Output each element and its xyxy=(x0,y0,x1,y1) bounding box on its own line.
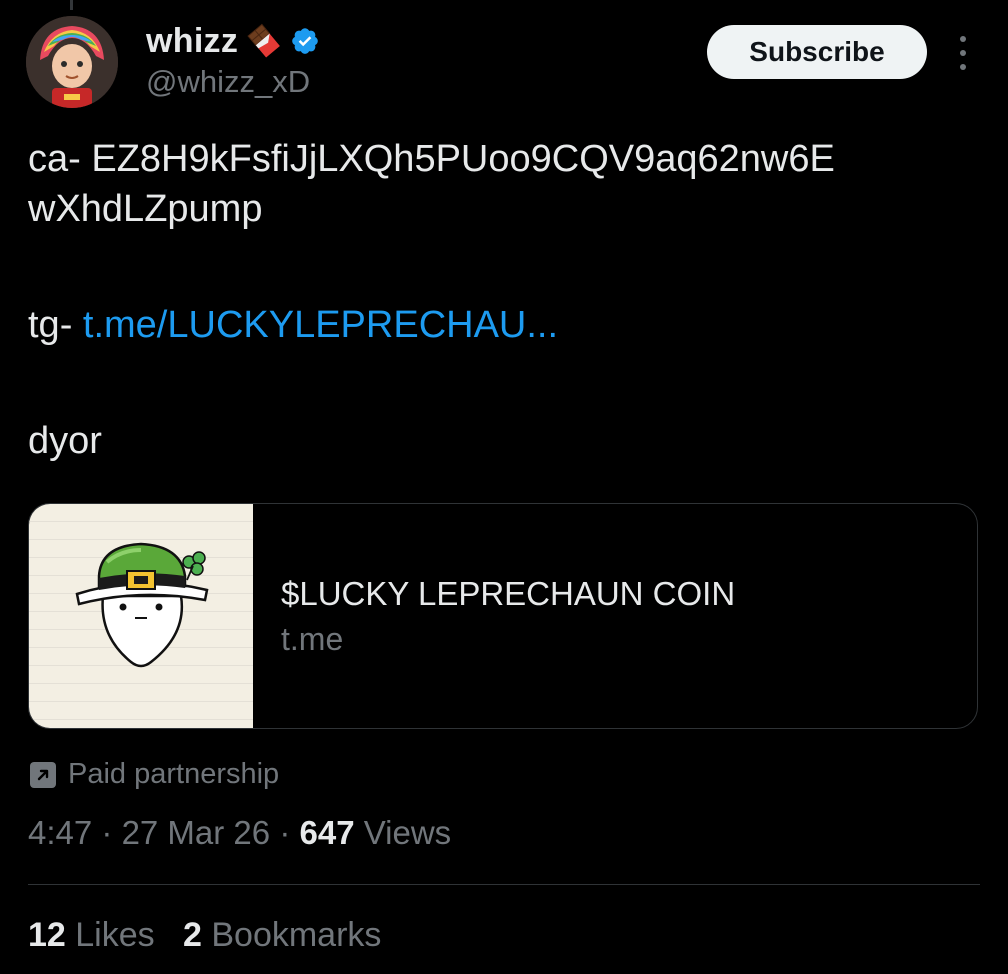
paid-partnership-text: Paid partnership xyxy=(68,758,280,790)
likes-label: Likes xyxy=(65,916,155,954)
more-dot xyxy=(960,64,966,70)
dyor-text: dyor xyxy=(28,420,102,462)
views-label: Views xyxy=(354,814,452,851)
tweet-date[interactable]: 27 Mar 26 xyxy=(122,814,271,852)
chocolate-bar-icon xyxy=(246,23,282,59)
avatar-image xyxy=(26,16,118,108)
tweet-meta: 4:47 · 27 Mar 26 · 647 Views xyxy=(28,814,451,852)
tweet-time[interactable]: 4:47 xyxy=(28,814,92,852)
telegram-line: tg- t.me/LUCKYLEPRECHAU... xyxy=(28,300,988,350)
contract-address-line-1: ca- EZ8H9kFsfiJjLXQh5PUoo9CQV9aq62nw6E xyxy=(28,138,835,180)
meta-separator: · xyxy=(92,814,122,851)
avatar[interactable] xyxy=(26,16,118,108)
more-dot xyxy=(960,36,966,42)
card-domain: t.me xyxy=(281,620,344,657)
meta-separator: · xyxy=(270,814,300,851)
leprechaun-drawing xyxy=(75,542,209,668)
leprechaun-thumbnail xyxy=(29,504,253,728)
author-name-row: whizz xyxy=(146,20,320,62)
author-handle[interactable]: @whizz_xD xyxy=(146,64,310,100)
likes-stat[interactable]: 12 Likes xyxy=(28,916,155,955)
verified-badge-icon[interactable] xyxy=(290,26,320,56)
bookmarks-count: 2 xyxy=(183,916,202,954)
engagement-stats: 12 Likes 2 Bookmarks xyxy=(28,916,381,955)
card-title: $LUCKY LEPRECHAUN COIN xyxy=(281,574,736,612)
author-display-name[interactable]: whizz xyxy=(146,22,238,61)
bookmarks-label: Bookmarks xyxy=(201,916,382,954)
more-dot xyxy=(960,50,966,56)
telegram-prefix: tg- xyxy=(28,304,83,346)
views-count: 647 xyxy=(299,814,355,851)
arrow-up-right-icon xyxy=(30,761,56,788)
bookmarks-stat[interactable]: 2 Bookmarks xyxy=(183,916,381,955)
likes-count: 12 xyxy=(28,916,66,954)
contract-address-line-2: wXhdLZpump xyxy=(28,188,263,230)
tweet-text: ca- EZ8H9kFsfiJjLXQh5PUoo9CQV9aq62nw6E w… xyxy=(28,134,988,466)
stats-gap xyxy=(155,916,183,955)
link-preview-card[interactable]: $LUCKY LEPRECHAUN COIN t.me xyxy=(28,503,978,729)
paid-partnership-label[interactable]: Paid partnership xyxy=(30,758,279,791)
telegram-link[interactable]: t.me/LUCKYLEPRECHAU... xyxy=(83,304,558,346)
subscribe-button[interactable]: Subscribe xyxy=(707,25,927,79)
card-info: $LUCKY LEPRECHAUN COIN t.me xyxy=(253,504,735,728)
more-vertical-icon[interactable] xyxy=(948,36,978,70)
thread-connector-line xyxy=(70,0,73,10)
divider xyxy=(28,884,980,885)
